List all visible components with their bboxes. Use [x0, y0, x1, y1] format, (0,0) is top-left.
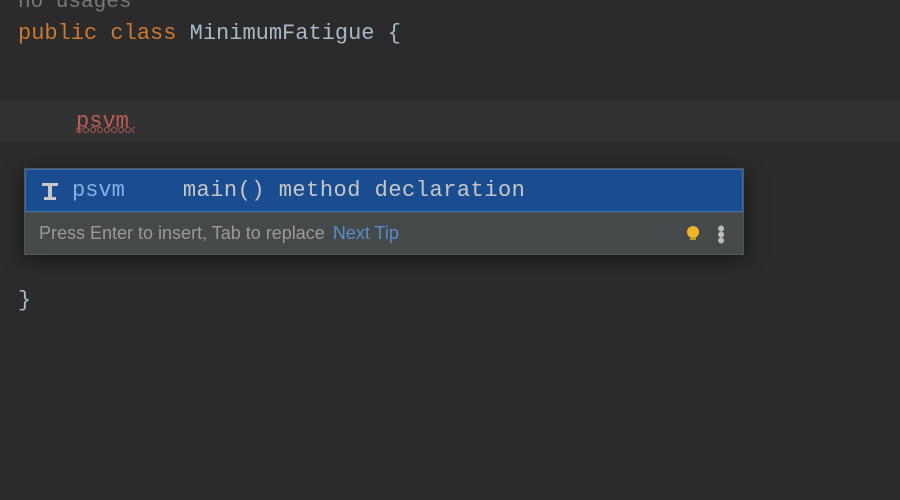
typed-text: psvm [76, 109, 129, 134]
hint-text: Press Enter to insert, Tab to replace [39, 223, 325, 244]
close-brace: } [18, 288, 31, 313]
more-icon[interactable]: ••• [711, 225, 729, 243]
open-brace: { [388, 21, 401, 46]
completion-key: psvm [72, 178, 125, 203]
active-line[interactable]: psvm [0, 101, 900, 142]
completion-hintbar: Press Enter to insert, Tab to replace Ne… [25, 212, 743, 254]
usage-hint: no usages [0, 0, 900, 15]
code-editor[interactable]: no usages public class MinimumFatigue { … [0, 0, 900, 319]
keyword-class: class [110, 21, 176, 46]
code-line[interactable]: public class MinimumFatigue { [0, 15, 900, 52]
next-tip-link[interactable]: Next Tip [333, 223, 399, 244]
live-template-icon [38, 179, 62, 203]
keyword-public: public [18, 21, 97, 46]
class-name: MinimumFatigue [190, 21, 375, 46]
completion-popup[interactable]: psvm main() method declaration Press Ent… [24, 168, 744, 255]
completion-item[interactable]: psvm main() method declaration [25, 169, 743, 212]
completion-description: main() method declaration [183, 178, 526, 203]
code-line[interactable]: } [0, 282, 900, 319]
bulb-icon[interactable] [683, 224, 703, 244]
